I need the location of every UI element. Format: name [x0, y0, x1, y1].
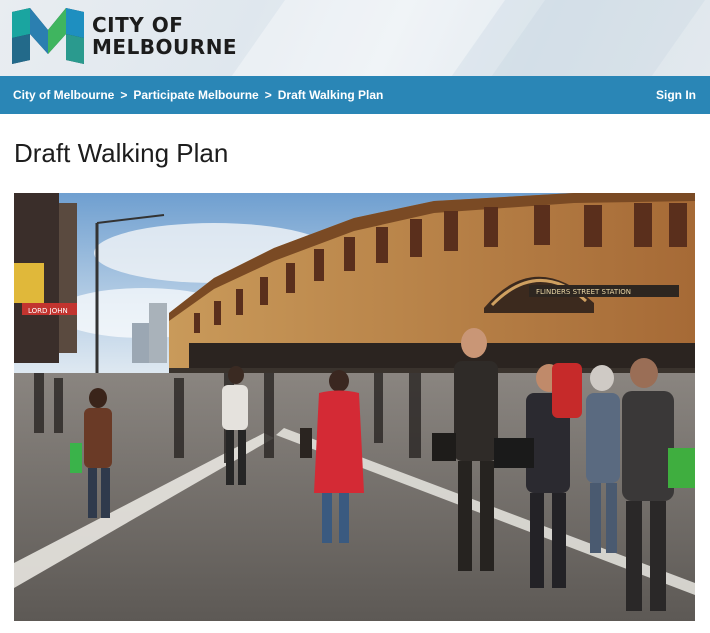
site-header: CITY OF MELBOURNE: [0, 0, 710, 76]
logo-line1: CITY OF: [92, 13, 184, 37]
breadcrumb-separator: >: [120, 88, 128, 102]
hero-image: LORD JOHN FLINDERS STREET STATION: [14, 193, 695, 621]
breadcrumb-current-link[interactable]: Draft Walking Plan: [278, 88, 384, 102]
sign-in-link[interactable]: Sign In: [656, 88, 696, 102]
logo-line2: MELBOURNE: [92, 35, 238, 59]
breadcrumb-separator: >: [264, 88, 272, 102]
breadcrumb-participate-link[interactable]: Participate Melbourne: [133, 88, 258, 102]
shop-sign: LORD JOHN: [28, 307, 68, 315]
breadcrumb-home-link[interactable]: City of Melbourne: [13, 88, 114, 102]
nav-bar: City of Melbourne > Participate Melbourn…: [0, 76, 710, 114]
page-title: Draft Walking Plan: [14, 138, 229, 168]
breadcrumb: City of Melbourne > Participate Melbourn…: [13, 88, 383, 102]
logo-wordmark[interactable]: CITY OF MELBOURNE: [92, 14, 237, 58]
station-sign: FLINDERS STREET STATION: [536, 288, 631, 296]
city-of-melbourne-logo-icon[interactable]: [12, 8, 84, 64]
street-scene-photo: LORD JOHN FLINDERS STREET STATION: [14, 193, 695, 621]
